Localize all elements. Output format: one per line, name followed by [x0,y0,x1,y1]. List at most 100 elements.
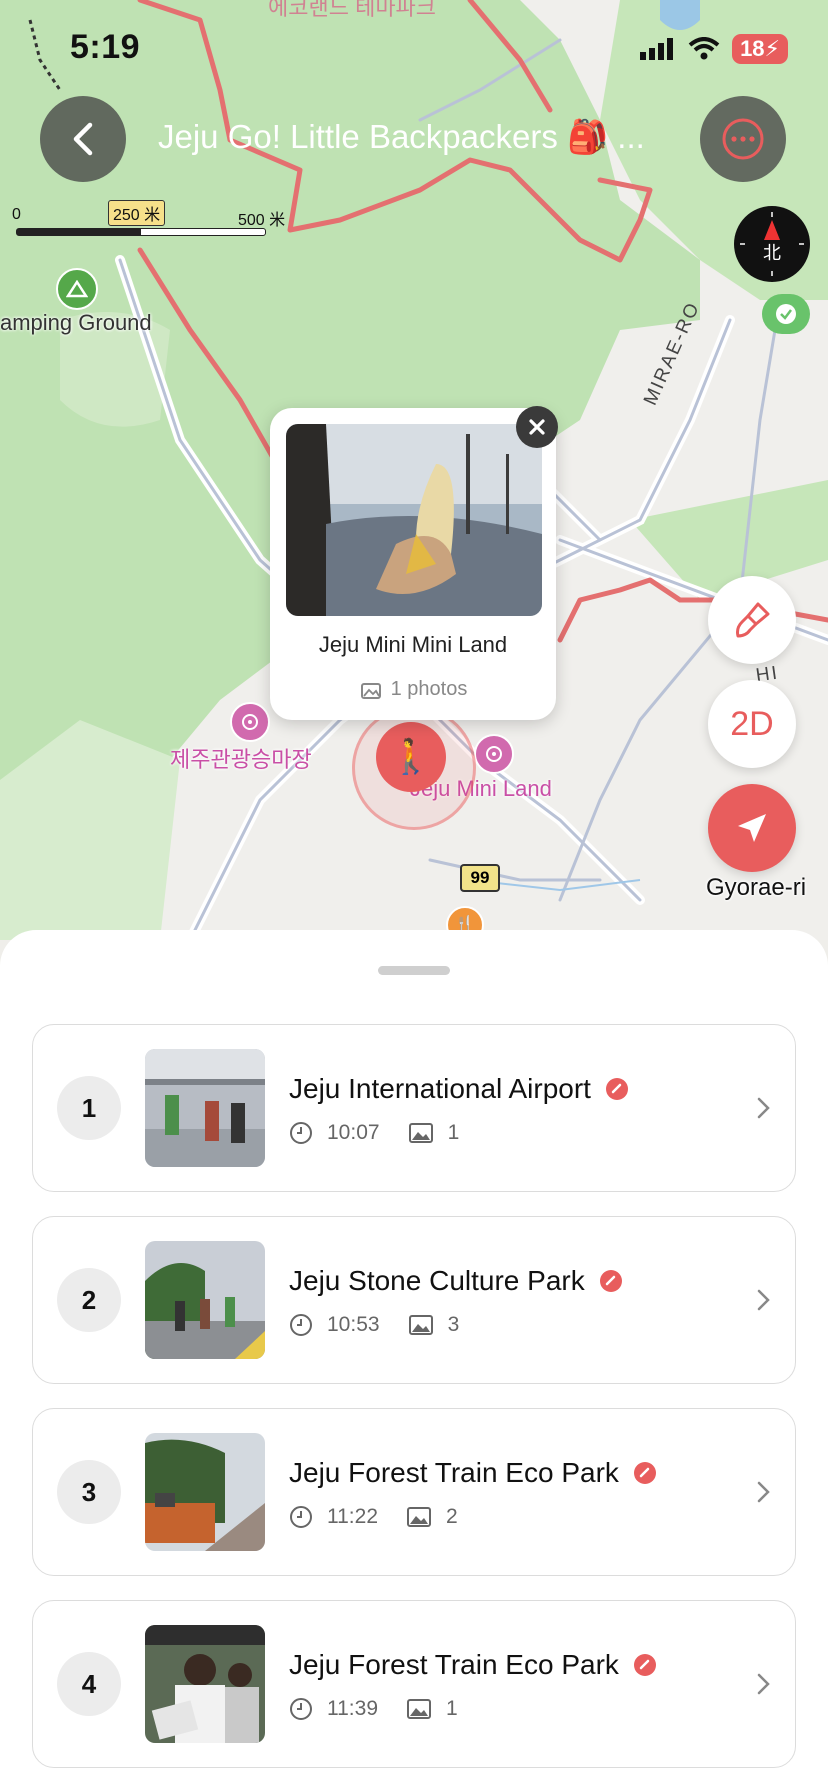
ferris-wheel-icon [486,746,502,762]
battery-level: 18 [740,36,765,61]
stop-title: Jeju Forest Train Eco Park [289,1649,619,1680]
stop-card[interactable]: 3 Jeju Forest Train Eco Park 11:22 2 [32,1408,796,1576]
chevron-right-icon [757,1673,770,1695]
location-popup[interactable]: Jeju Mini Mini Land 1 photos [270,408,556,720]
visited-badge-icon [633,1654,656,1676]
stop-title: Jeju International Airport [289,1073,591,1104]
stop-thumbnail [145,1625,265,1743]
chevron-right-icon [757,1481,770,1503]
more-options-button[interactable] [700,96,786,182]
stop-number: 3 [57,1460,121,1524]
scale-mid: 250 米 [108,200,166,226]
clock-icon [289,1505,313,1529]
status-icons: 18⚡ [640,34,788,64]
photos-icon [360,682,381,699]
map-mode-2d-button[interactable]: 2D [708,680,796,768]
stop-number: 2 [57,1268,121,1332]
stop-meta: 10:53 3 [289,1313,487,1337]
stop-photo-count: 2 [446,1505,458,1528]
stop-time: 10:07 [327,1121,380,1144]
photo-icon [406,1506,432,1528]
compass-button[interactable]: 北 [734,206,810,282]
photo-icon [408,1314,434,1336]
scale-zero: 0 [12,206,21,223]
scale-bar [16,228,266,236]
stop-time: 10:53 [327,1313,380,1336]
stop-photo-count: 3 [447,1313,460,1336]
chevron-right-icon [757,1289,770,1311]
back-button[interactable] [40,96,126,182]
check-circle-icon [776,304,796,324]
stop-photo-count: 1 [447,1121,460,1144]
stop-card[interactable]: 4 Jeju Forest Train Eco Park 11:39 1 [32,1600,796,1768]
itinerary-sheet[interactable]: 1 Jeju International Airport 10:07 1 2 J… [0,930,828,1792]
photo-icon [408,1122,434,1144]
train-ride-photo [145,1625,265,1743]
wifi-icon [688,37,720,60]
trip-title: Jeju Go! Little Backpackers 🎒 ... [158,118,645,155]
poi-mini-land-icon[interactable] [474,734,514,774]
gyorae-ri-label: Gyorae-ri [706,874,807,901]
navigate-button[interactable] [708,784,796,872]
walker-icon: 🚶 [389,738,433,776]
map-view[interactable]: 5:19 18⚡ 에코랜드 테마파크 Jeju Go! Little Backp… [0,0,828,940]
more-icon [722,118,764,160]
popup-photo[interactable] [286,424,542,616]
stop-number: 4 [57,1652,121,1716]
chevron-left-icon [73,122,93,156]
poi-korean-label: 제주관광승마장 [170,747,312,772]
clock-icon [289,1313,313,1337]
compass-label: 北 [763,243,781,263]
stop-meta: 11:22 2 [289,1505,486,1529]
popup-photo-count: 1 photos [270,678,556,701]
visited-badge-icon [605,1078,628,1100]
scale-bar-fill [17,229,141,235]
close-icon [529,419,545,435]
visited-badge-icon [599,1270,622,1292]
battery-indicator: 18⚡ [732,34,788,64]
stop-meta: 11:39 1 [289,1697,486,1721]
route-99-badge: 99 [460,864,500,892]
navigation-arrow-icon [738,814,766,842]
stop-thumbnail [145,1241,265,1359]
scale-max: 500 米 [238,212,286,229]
stop-title: Jeju Stone Culture Park [289,1265,585,1296]
cellular-signal-icon [640,38,674,60]
charging-icon: ⚡ [764,36,780,61]
popup-photos-label: 1 photos [390,678,468,700]
status-time: 5:19 [70,28,141,66]
mode-label: 2D [730,704,774,743]
tent-icon [66,280,88,298]
forest-train-photo [145,1433,265,1551]
trip-marker[interactable]: 🚶 [376,722,446,792]
stop-card[interactable]: 1 Jeju International Airport 10:07 1 [32,1024,796,1192]
close-popup-button[interactable] [516,406,558,448]
verified-badge [762,294,810,334]
stop-title-row: Jeju Forest Train Eco Park [289,1649,657,1681]
stop-card[interactable]: 2 Jeju Stone Culture Park 10:53 3 [32,1216,796,1384]
camping-ground-label: amping Ground [0,310,152,335]
stop-photo-count: 1 [446,1697,458,1720]
clock-icon [289,1697,313,1721]
stop-title-row: Jeju Forest Train Eco Park [289,1457,657,1489]
stop-meta: 10:07 1 [289,1121,487,1145]
ferris-wheel-icon [242,714,258,730]
stop-thumbnail [145,1049,265,1167]
photo-icon [406,1698,432,1720]
campground-icon[interactable] [56,268,98,310]
poi-horse-riding-icon[interactable] [230,702,270,742]
stop-title-row: Jeju Stone Culture Park [289,1265,623,1297]
stop-thumbnail [145,1433,265,1551]
top-place-label: 에코랜드 테마파크 [268,0,437,20]
clock-icon [289,1121,313,1145]
banana-photo [286,424,542,616]
stop-time: 11:39 [327,1697,378,1720]
airport-photo [145,1049,265,1167]
visited-badge-icon [633,1462,656,1484]
stop-title: Jeju Forest Train Eco Park [289,1457,619,1488]
sheet-handle[interactable] [378,966,450,975]
paintbrush-icon [736,602,770,638]
popup-title: Jeju Mini Mini Land [318,632,508,657]
stop-title-row: Jeju International Airport [289,1073,629,1105]
paint-style-button[interactable] [708,576,796,664]
